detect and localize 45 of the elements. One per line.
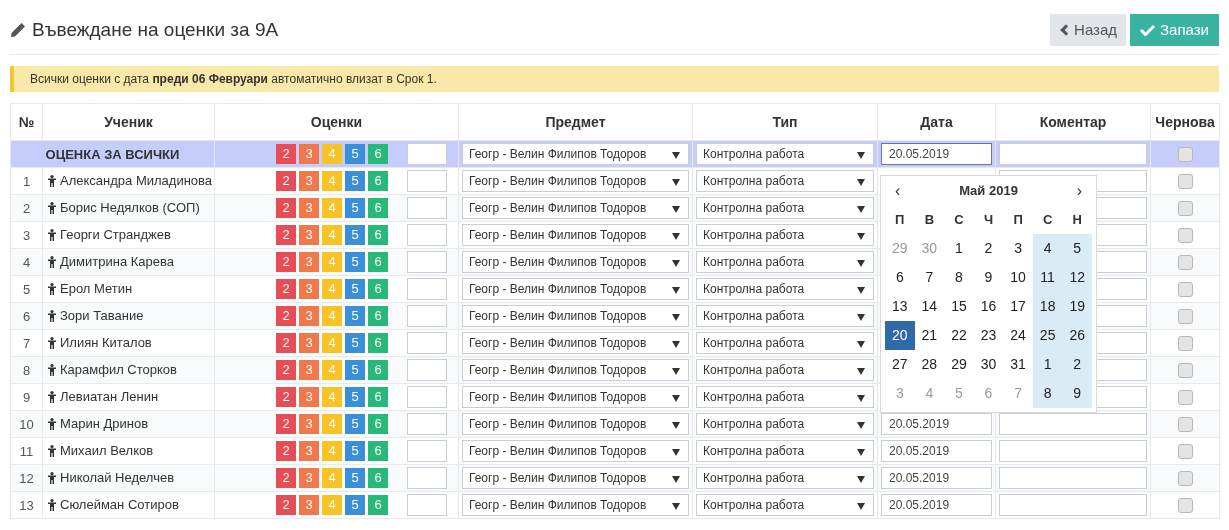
- column-header: Коментар: [1039, 114, 1107, 130]
- row-number: 5: [22, 282, 31, 297]
- student-name: Зори Тавание: [60, 307, 144, 326]
- weekday-label: С: [954, 211, 964, 230]
- row-number: 12: [19, 471, 34, 486]
- column-header: Оценки: [310, 114, 363, 130]
- row-number: 4: [22, 255, 31, 270]
- weekday-label: Н: [1072, 211, 1082, 230]
- student-name: Георги Странджев: [60, 226, 171, 245]
- row-number: 3: [22, 228, 31, 243]
- student-name: Димитрина Карева: [60, 253, 174, 272]
- student-name: Михаил Велков: [60, 442, 154, 461]
- student-name: Сюлейман Сотиров: [60, 496, 179, 515]
- student-name: Борис Недялков (СОП): [60, 199, 200, 218]
- student-name: Ерол Метин: [60, 280, 133, 299]
- student-name: Карамфил Сторков: [60, 361, 177, 380]
- column-header: Ученик: [104, 114, 153, 130]
- column-header: Предмет: [545, 114, 606, 130]
- row-number: 10: [19, 417, 34, 432]
- weekday-label: П: [1013, 211, 1023, 230]
- student-name: Илиян Киталов: [60, 334, 152, 353]
- row-number: 7: [22, 336, 31, 351]
- all-students-label: ОЦЕНКА ЗА ВСИЧКИ: [45, 147, 180, 162]
- column-header: Чернова: [1155, 114, 1215, 130]
- column-header: №: [18, 114, 35, 130]
- row-number: 6: [22, 309, 31, 324]
- row-number: 1: [22, 174, 31, 189]
- student-name: Марин Дринов: [60, 415, 149, 434]
- column-header: Дата: [920, 114, 953, 130]
- row-number: 8: [22, 363, 31, 378]
- weekday-label: С: [1042, 211, 1053, 230]
- month-title: Май 2019: [959, 182, 1018, 201]
- column-header: Тип: [772, 114, 798, 130]
- weekday-label: П: [895, 211, 905, 230]
- weekday-label: В: [924, 211, 935, 230]
- row-number: 13: [19, 498, 34, 513]
- student-name: Александра Миладинова: [60, 172, 213, 191]
- page-title: Въвеждане на оценки за 9А: [32, 17, 279, 42]
- student-name: Левиатан Ленин: [60, 388, 159, 407]
- row-number: 11: [19, 444, 34, 459]
- weekday-label: Ч: [983, 211, 994, 230]
- row-number: 9: [22, 390, 31, 405]
- row-number: 2: [22, 201, 31, 216]
- alert-text: Всички оценки с дата преди 06 Февруари автоматично влизат в Срок 1.: [30, 71, 437, 88]
- student-name: Николай Неделчев: [60, 469, 175, 488]
